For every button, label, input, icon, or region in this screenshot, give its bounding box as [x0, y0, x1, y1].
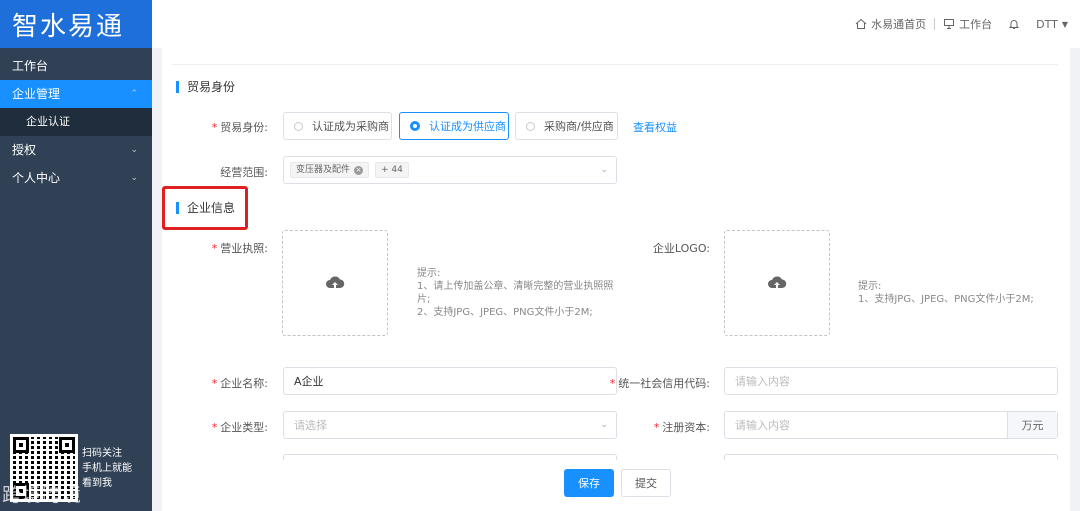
watermark: 跨境跨境 [2, 484, 83, 506]
sidebar-item-authorization[interactable]: 授权 ⌄ [0, 136, 152, 164]
radio-icon [526, 121, 535, 131]
sidebar-item-enterprise-certification[interactable]: 企业认证 [0, 108, 152, 136]
credit-code-input[interactable]: 请输入内容 [724, 367, 1058, 395]
radio-buyer[interactable]: 认证成为采购商 [283, 112, 392, 140]
logo-hint: 提示: 1、支持JPG、JPEG、PNG文件小于2M; [858, 281, 1034, 305]
sidebar-item-label: 企业认证 [26, 115, 70, 128]
scope-select[interactable]: 变压器及配件 × + 44 ⌄ [283, 156, 617, 184]
home-link[interactable]: 水易通首页 [855, 16, 926, 32]
sidebar-item-label: 个人中心 [12, 171, 61, 185]
scope-label: 经营范围: [220, 166, 268, 179]
company-type-label: * 企业类型: [211, 421, 268, 434]
radio-icon [294, 121, 303, 131]
caret-down-icon: ▼ [1061, 19, 1068, 29]
chevron-down-icon: ⌄ [130, 173, 138, 183]
home-icon [855, 18, 867, 29]
logo-upload[interactable] [724, 230, 830, 336]
main-card: 贸易身份 * 贸易身份: 认证成为采购商 认证成为供应商 采购商/供应商 查看权益… [162, 40, 1070, 511]
sidebar: 智水易通 工作台 企业管理 ⌃ 企业认证 授权 ⌄ 个人中心 ⌄ 扫码关注 手机… [0, 0, 152, 511]
registered-capital-label: * 注册资本: [653, 421, 710, 434]
chevron-up-icon: ⌃ [130, 89, 138, 99]
sidebar-menu: 工作台 企业管理 ⌃ 企业认证 授权 ⌄ 个人中心 ⌄ [0, 52, 152, 192]
section-title-trade: 贸易身份 [176, 81, 235, 93]
save-button[interactable]: 保存 [564, 469, 614, 497]
company-type-select[interactable]: 请选择 ⌄ [283, 411, 617, 439]
company-name-label: * 企业名称: [211, 377, 268, 390]
chevron-down-icon: ⌄ [600, 420, 608, 430]
sidebar-item-workbench[interactable]: 工作台 [0, 52, 152, 80]
monitor-icon [944, 19, 955, 29]
registered-capital-input[interactable]: 请输入内容 万元 [724, 411, 1058, 439]
sidebar-item-label: 企业管理 [12, 87, 61, 101]
footer-bar [162, 460, 1070, 511]
sidebar-item-personal-center[interactable]: 个人中心 ⌄ [0, 164, 152, 192]
license-label: * 营业执照: [211, 242, 268, 255]
credit-code-label: * 统一社会信用代码: [609, 377, 710, 390]
user-menu[interactable]: DTT ▼ [1036, 18, 1068, 31]
notification-button[interactable] [1008, 18, 1020, 30]
license-upload[interactable] [282, 230, 388, 336]
trade-identity-label: * 贸易身份: [211, 121, 268, 134]
view-rights-link[interactable]: 查看权益 [633, 119, 677, 135]
submit-button[interactable]: 提交 [621, 469, 671, 497]
sidebar-item-label: 授权 [12, 143, 37, 157]
capital-unit: 万元 [1007, 412, 1057, 438]
sidebar-item-label: 工作台 [12, 59, 49, 73]
radio-supplier[interactable]: 认证成为供应商 [399, 112, 509, 140]
logo-label: 企业LOGO: [652, 242, 710, 255]
scope-tag: 变压器及配件 × [290, 162, 370, 178]
license-hint: 提示: 1、请上传加盖公章、清晰完整的营业执照照 片; 2、支持JPG、JPEG… [417, 268, 614, 318]
qr-caption: 扫码关注 手机上就能 看到我 [82, 448, 132, 489]
logo-area[interactable]: 智水易通 [0, 0, 152, 48]
radio-checked-icon [410, 121, 420, 131]
cloud-upload-icon [768, 276, 787, 288]
close-icon[interactable]: × [354, 165, 364, 175]
chevron-down-icon: ⌄ [600, 165, 608, 175]
section-title-enterprise: 企业信息 [176, 202, 235, 214]
sidebar-item-enterprise-management[interactable]: 企业管理 ⌃ [0, 80, 152, 108]
company-name-input[interactable]: A企业 [283, 367, 617, 395]
scope-more-tag: + 44 [375, 162, 409, 178]
logo: 智水易通 [12, 11, 125, 42]
radio-both[interactable]: 采购商/供应商 [515, 112, 618, 140]
workbench-link[interactable]: 工作台 [943, 16, 992, 32]
bell-icon [1008, 20, 1020, 29]
cloud-upload-icon [326, 276, 345, 288]
chevron-down-icon: ⌄ [130, 145, 138, 155]
